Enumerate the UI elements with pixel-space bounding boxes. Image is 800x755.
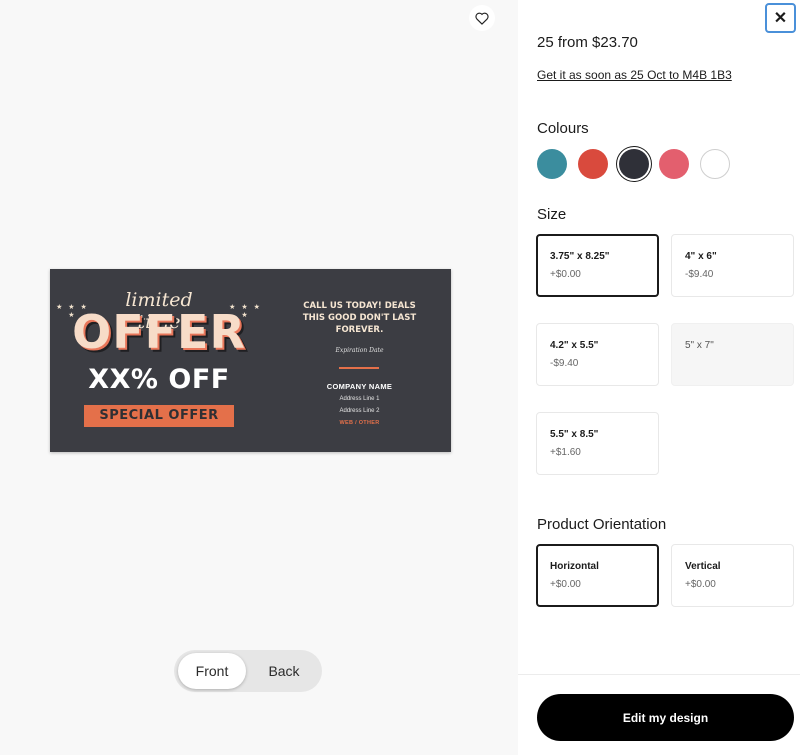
percent-off-text: XX% OFF [88,364,230,395]
orientation-option-price: +$0.00 [685,579,716,590]
price-summary: 25 from $23.70 [537,34,638,51]
size-option-price: +$0.00 [550,269,581,280]
size-option-label: 4.2" x 5.5" [550,340,599,351]
colour-swatch-pink[interactable] [659,149,689,179]
size-option-4-2x5-5[interactable]: 4.2" x 5.5" -$9.40 [536,323,659,386]
size-option-label: 5.5" x 8.5" [550,429,599,440]
size-option-label: 3.75" x 8.25" [550,251,610,262]
address-line-1: Address Line 1 [339,396,380,402]
side-toggle: Front Back [174,650,322,692]
address-line-2: Address Line 2 [339,408,380,414]
size-option-label: 4" x 6" [685,251,717,262]
footer-divider [518,674,800,675]
orientation-option-label: Horizontal [550,561,599,572]
orientation-option-price: +$0.00 [550,579,581,590]
call-line-3: FOREVER. [335,325,384,335]
orientation-heading: Product Orientation [537,516,667,533]
colour-swatch-charcoal[interactable] [619,149,649,179]
size-option-price: -$9.40 [685,269,714,280]
card-left-panel: ★ ★ ★ ★ limited time ★ ★ ★ ★ OFFER XX% O… [50,269,268,452]
close-icon: ✕ [773,10,788,27]
design-preview-card: ★ ★ ★ ★ limited time ★ ★ ★ ★ OFFER XX% O… [50,269,451,452]
size-heading: Size [537,206,567,223]
colour-swatch-red[interactable] [578,149,608,179]
size-option-label: 5" x 7" [685,340,714,351]
favorite-button[interactable] [469,5,495,31]
product-options-panel: ✕ 25 from $23.70 Get it as soon as 25 Oc… [518,0,800,755]
size-option-price: +$1.60 [550,447,581,458]
preview-area: ★ ★ ★ ★ limited time ★ ★ ★ ★ OFFER XX% O… [0,0,518,755]
size-option-5-5x8-5[interactable]: 5.5" x 8.5" +$1.60 [536,412,659,475]
call-to-action-text: CALL US TODAY! DEALS THIS GOOD DON'T LAS… [268,300,451,336]
expiration-date-text: Expiration Date [335,347,384,354]
orientation-option-vertical[interactable]: Vertical +$0.00 [671,544,794,607]
heart-outline-icon [475,12,489,25]
call-line-2: THIS GOOD DON'T LAST [302,313,417,323]
orientation-option-horizontal[interactable]: Horizontal +$0.00 [536,544,659,607]
back-side-button[interactable]: Back [250,653,318,689]
size-option-price: -$9.40 [550,358,579,369]
delivery-estimate-link[interactable]: Get it as soon as 25 Oct to M4B 1B3 [537,68,732,82]
expiration-divider [339,367,379,369]
close-button[interactable]: ✕ [765,3,796,33]
colour-swatch-teal[interactable] [537,149,567,179]
company-name-text: COMPANY NAME [326,382,393,391]
special-offer-banner: SPECIAL OFFER [84,405,234,427]
colour-swatch-white[interactable] [700,149,730,179]
call-line-1: CALL US TODAY! DEALS [303,301,416,311]
web-other-text: WEB / OTHER [339,420,380,426]
orientation-option-label: Vertical [685,561,721,572]
card-right-panel: CALL US TODAY! DEALS THIS GOOD DON'T LAS… [268,269,451,452]
front-side-button[interactable]: Front [178,653,246,689]
size-option-3-75x8-25[interactable]: 3.75" x 8.25" +$0.00 [536,234,659,297]
edit-my-design-button[interactable]: Edit my design [537,694,794,741]
size-option-5x7[interactable]: 5" x 7" [671,323,794,386]
colours-heading: Colours [537,120,589,137]
offer-headline: OFFER [72,305,246,359]
size-option-4x6[interactable]: 4" x 6" -$9.40 [671,234,794,297]
